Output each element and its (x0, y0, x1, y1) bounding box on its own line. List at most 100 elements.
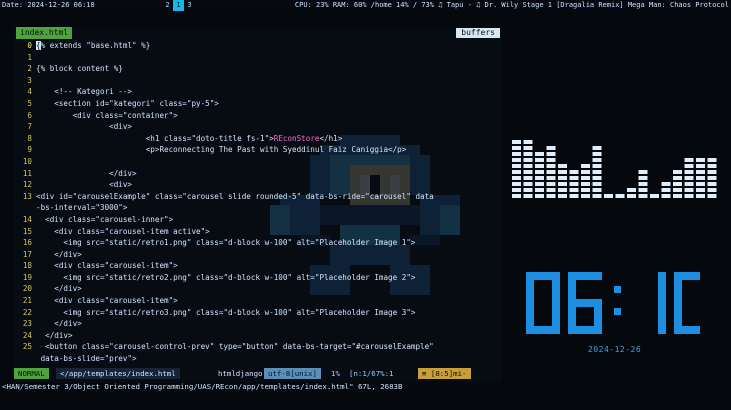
line-text: -bs-interval="3000"> (36, 203, 128, 213)
code-line[interactable]: data-bs-slide="prev"> (14, 353, 502, 365)
clock-digit (658, 272, 666, 334)
line-text: <div> (36, 180, 133, 190)
line-text: <div class="carousel-item"> (36, 261, 178, 271)
line-number: 21 (22, 296, 32, 306)
visualizer-segment (592, 194, 602, 198)
file-path: </app/templates/index.html (56, 368, 180, 379)
visualizer-segment (661, 188, 671, 192)
visualizer-segment (592, 146, 602, 150)
workspace-button[interactable]: 3 (184, 0, 195, 11)
line-code: </div> (36, 249, 81, 261)
visualizer-segment (569, 194, 579, 198)
code-line[interactable]: 7 <div> (14, 121, 502, 133)
visualizer-segment (684, 164, 694, 168)
line-code: <div> (36, 179, 132, 191)
code-line[interactable]: 9 <p>Reconnecting The Past with Syeddinu… (14, 144, 502, 156)
visualizer-segment (558, 170, 567, 174)
code-line[interactable]: 10 (14, 156, 502, 168)
line-code: <!-- Kategori --> (36, 86, 132, 98)
code-line[interactable]: 8 <h1 class="doto-title fs-1">REconStore… (14, 133, 502, 145)
code-line[interactable]: 13 <div id="carouselExample" class="carou… (14, 191, 502, 203)
visualizer-segment (581, 194, 590, 198)
visualizer-segment (627, 194, 636, 198)
visualizer-segment (535, 194, 544, 198)
code-line[interactable]: -bs-interval="3000"> (14, 202, 502, 214)
code-line[interactable]: 24 </div> (14, 330, 502, 342)
line-text: {% block content %} (36, 64, 123, 74)
code-line[interactable]: 16 <img src="static/retro1.png" class="d… (14, 237, 502, 249)
visualizer-segment (696, 194, 705, 198)
code-line[interactable]: 5 <section id="kategori" class="py-5"> (14, 98, 502, 110)
visualizer-segment (650, 194, 659, 198)
code-line[interactable]: 11 </div> (14, 168, 502, 180)
code-line[interactable]: 21 <div class="carousel-item"> (14, 295, 502, 307)
visualizer-bar (615, 194, 625, 198)
line-text: </div> (36, 319, 82, 329)
line-number: 25 (22, 342, 32, 352)
tabline: index.html buffers (14, 27, 502, 39)
code-line[interactable]: 19 <img src="static/retro2.png" class="d… (14, 272, 502, 284)
tab-index-html[interactable]: index.html (16, 27, 73, 39)
code-line[interactable]: 3 (14, 75, 502, 87)
visualizer-segment (673, 182, 682, 186)
line-text: <h1 class="doto-title fs-1"> (36, 133, 274, 143)
visualizer-segment (569, 188, 579, 192)
code-line[interactable]: 15 <div class="carousel-item active"> (14, 226, 502, 238)
code-line[interactable]: 4 <!-- Kategori --> (14, 86, 502, 98)
line-number: 24 (22, 330, 32, 340)
visualizer-segment (592, 164, 602, 168)
code-line[interactable]: 0 {% extends "base.html" %} (14, 40, 502, 52)
code-line[interactable]: 23 </div> (14, 318, 502, 330)
line-number: 7 (27, 122, 32, 132)
visualizer-segment (638, 176, 648, 180)
workspace-button[interactable]: 2 (162, 0, 173, 11)
line-number: 5 (27, 98, 32, 108)
visualizer-bar (650, 194, 659, 198)
line-code: <img src="static/retro2.png" class="d-bl… (36, 272, 415, 284)
clock-digit (526, 272, 560, 334)
visualizer-segment (707, 188, 717, 192)
code-line[interactable]: 17 </div> (14, 249, 502, 261)
code-line[interactable]: 18 <div class="carousel-item"> (14, 260, 502, 272)
code-line[interactable]: 14 <div class="carousel-inner"> (14, 214, 502, 226)
visualizer-segment (707, 182, 717, 186)
line-code: <div id="carouselExample" class="carouse… (36, 191, 434, 203)
line-number: 10 (22, 156, 32, 166)
visualizer-segment (523, 188, 533, 192)
code-line[interactable]: 12 <div> (14, 179, 502, 191)
line-text: data-bs-slide="prev"> (36, 354, 137, 364)
command-line[interactable]: <HAN/Semester 3/Object Oriented Programm… (2, 381, 731, 392)
code-line[interactable]: 25 <button class="carousel-control-prev"… (14, 341, 502, 353)
workspace-button-active[interactable]: 1 (173, 0, 184, 11)
code-line[interactable]: 6 <div class="container"> (14, 110, 502, 122)
line-number: 20 (22, 284, 32, 294)
code-line[interactable]: 20 </div> (14, 283, 502, 295)
visualizer-bar (604, 194, 613, 198)
line-number: 13 (22, 191, 32, 201)
code-line[interactable]: 1 (14, 52, 502, 64)
code-lines[interactable]: 0 {% extends "base.html" %} 1 2 {% block con… (14, 40, 502, 365)
code-line[interactable]: 2 {% block content %} (14, 63, 502, 75)
visualizer-segment (592, 152, 602, 156)
system-stats: CPU: 23% RAM: 60% /home 14% / 73% ♫ Tapu… (294, 1, 729, 9)
visualizer-segment (512, 158, 521, 162)
visualizer-segment (546, 164, 556, 168)
clock-digit (568, 272, 602, 334)
line-text: </div> (36, 284, 82, 294)
visualizer-segment (535, 164, 544, 168)
visualizer-bar (558, 164, 567, 198)
code-line[interactable]: 22 <img src="static/retro3.png" class="d… (14, 307, 502, 319)
visualizer-segment (684, 188, 694, 192)
line-number: 9 (27, 145, 32, 155)
buffers-label[interactable]: buffers (456, 28, 500, 38)
visualizer-segment (696, 170, 705, 174)
line-text: <div class="container"> (36, 110, 178, 120)
visualizer-bar (569, 170, 579, 198)
visualizer-bar (684, 158, 694, 198)
line-code: <div class="carousel-inner"> (36, 214, 173, 226)
highlighted-text: REconStore (273, 133, 320, 143)
visualizer-bar (581, 164, 590, 198)
visualizer-segment (696, 176, 705, 180)
visualizer-segment (707, 170, 717, 174)
line-text: <div class="carousel-inner"> (36, 214, 174, 224)
